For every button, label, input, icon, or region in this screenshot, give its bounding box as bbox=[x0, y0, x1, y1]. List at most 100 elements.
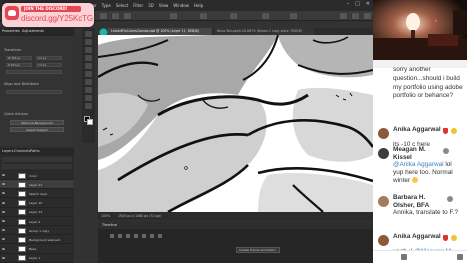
blend-mode-bar[interactable] bbox=[2, 164, 72, 169]
brush-preset-icon[interactable] bbox=[100, 13, 107, 19]
visibility-eye-icon[interactable] bbox=[2, 220, 5, 222]
maximize-button[interactable]: □ bbox=[355, 1, 360, 7]
x-field[interactable]: X 0 px bbox=[36, 56, 62, 60]
opacity-icon[interactable] bbox=[170, 13, 177, 19]
create-frame-animation-button[interactable]: Create Frame Animation bbox=[236, 247, 280, 253]
chat-author[interactable]: Anika Aggarwal bbox=[393, 126, 441, 134]
menu-item-filter[interactable]: Filter bbox=[133, 3, 143, 8]
menu-item-select[interactable]: Select bbox=[116, 3, 128, 8]
layer-row[interactable]: Layer 1 bbox=[0, 254, 74, 263]
search-icon[interactable] bbox=[340, 13, 347, 19]
layer-row[interactable]: Layer 11 bbox=[0, 180, 74, 190]
menu-item-help[interactable]: Help bbox=[194, 3, 203, 8]
minimize-button[interactable]: – bbox=[347, 1, 350, 7]
menu-item-type[interactable]: Type bbox=[102, 3, 111, 8]
settings-icon[interactable] bbox=[150, 234, 154, 238]
layer-name: Layer 2 bbox=[29, 219, 41, 224]
play-icon[interactable] bbox=[126, 234, 130, 238]
canvas[interactable] bbox=[98, 35, 373, 212]
smoothing-icon[interactable] bbox=[230, 13, 237, 19]
visibility-eye-icon[interactable] bbox=[2, 174, 5, 176]
layer-row[interactable]: Color bbox=[0, 171, 74, 180]
moderator-badge-icon bbox=[443, 235, 448, 241]
remove-background-button[interactable]: Remove Background bbox=[10, 120, 64, 125]
gear-icon[interactable] bbox=[262, 13, 269, 19]
avatar[interactable] bbox=[378, 148, 389, 159]
gradient-tool-icon[interactable] bbox=[85, 95, 92, 101]
layer-row[interactable]: Sketch layer bbox=[0, 189, 74, 199]
next-frame-icon[interactable] bbox=[134, 234, 138, 238]
share-icon[interactable] bbox=[364, 13, 371, 19]
chat-footer bbox=[373, 250, 467, 263]
visibility-eye-icon[interactable] bbox=[2, 247, 5, 250]
height-field[interactable]: H 450 px bbox=[6, 63, 32, 67]
marquee-tool-icon[interactable] bbox=[85, 39, 92, 45]
menu-item-view[interactable]: View bbox=[159, 3, 169, 8]
mention[interactable]: @Anika Aggarwal bbox=[393, 161, 444, 168]
visibility-eye-icon[interactable] bbox=[2, 192, 5, 195]
layer-row[interactable]: Layer 10 bbox=[0, 199, 74, 208]
tab-adjustments[interactable]: Adjustments bbox=[22, 29, 44, 33]
tab-channels[interactable]: Channels bbox=[14, 149, 30, 153]
layer-row[interactable]: Layer 12 bbox=[0, 208, 74, 217]
discord-banner[interactable]: JOIN THE DISCORD! discord.gg/Y25KcTG bbox=[2, 3, 94, 27]
emoji-icon[interactable] bbox=[401, 254, 407, 260]
tab-properties[interactable]: Properties bbox=[2, 29, 20, 33]
visibility-eye-icon[interactable] bbox=[2, 183, 5, 186]
layer-thumbnail bbox=[18, 172, 26, 179]
layer-filter-bar[interactable] bbox=[2, 157, 72, 162]
layer-row[interactable]: Group 1 copy bbox=[0, 226, 74, 236]
left-panels: Properties Adjustments Transform W 765 p… bbox=[0, 28, 74, 263]
brush-settings-icon[interactable] bbox=[112, 13, 119, 19]
avatar[interactable] bbox=[378, 196, 389, 207]
layer-row[interactable]: Base bbox=[0, 245, 74, 254]
visibility-eye-icon[interactable] bbox=[2, 210, 5, 213]
menu-item-window[interactable]: Window bbox=[173, 3, 189, 8]
workspace-icon[interactable] bbox=[352, 13, 359, 19]
send-icon[interactable] bbox=[457, 254, 463, 260]
crop-tool-icon[interactable] bbox=[85, 63, 92, 69]
first-frame-icon[interactable] bbox=[110, 234, 114, 238]
menu-item-3d[interactable]: 3D bbox=[148, 3, 154, 8]
audio-icon[interactable] bbox=[142, 234, 146, 238]
symmetry-icon[interactable] bbox=[290, 13, 297, 19]
layer-thumbnail bbox=[18, 255, 26, 262]
layer-row[interactable]: Layer 2 bbox=[0, 217, 74, 226]
properties-tabs: Properties Adjustments bbox=[0, 28, 74, 36]
move-tool-icon[interactable] bbox=[85, 31, 92, 37]
background-color-swatch[interactable] bbox=[87, 119, 93, 125]
lasso-tool-icon[interactable] bbox=[85, 47, 92, 53]
layer-name: Layer 10 bbox=[29, 201, 43, 206]
tab-active-document[interactable]: LineArtFixColorsCanvas.psb @ 100% (Layer… bbox=[108, 28, 212, 35]
tab-paths[interactable]: Paths bbox=[30, 149, 40, 153]
tab-second-document[interactable]: Novo-Ted-paint-16-NETX (Brown 1 copy sta… bbox=[214, 28, 314, 35]
close-button[interactable]: ✕ bbox=[366, 1, 370, 7]
cut-icon[interactable] bbox=[158, 234, 162, 238]
avatar[interactable] bbox=[378, 235, 389, 246]
brush-tool-icon[interactable] bbox=[85, 79, 92, 85]
visibility-eye-icon[interactable] bbox=[2, 256, 5, 259]
chat-author[interactable]: Barbara H. Olsher, BFA bbox=[393, 194, 445, 209]
visibility-eye-icon[interactable] bbox=[2, 229, 5, 232]
chat-author[interactable]: Meagan M. Kissel bbox=[393, 146, 441, 161]
mode-icon[interactable] bbox=[124, 13, 131, 19]
timeline-header: Timeline bbox=[98, 221, 373, 229]
type-tool-icon[interactable] bbox=[85, 103, 92, 109]
angle-field[interactable] bbox=[6, 70, 62, 74]
y-field[interactable]: Y 0 px bbox=[36, 63, 62, 67]
visibility-eye-icon[interactable] bbox=[2, 201, 5, 204]
select-subject-button[interactable]: Select Subject bbox=[10, 127, 64, 132]
visibility-eye-icon[interactable] bbox=[2, 238, 5, 241]
prev-frame-icon[interactable] bbox=[118, 234, 122, 238]
width-field[interactable]: W 765 px bbox=[6, 56, 32, 60]
chat-author[interactable]: Anika Aggarwal bbox=[393, 233, 441, 241]
eyedropper-tool-icon[interactable] bbox=[85, 71, 92, 77]
flow-icon[interactable] bbox=[200, 13, 207, 19]
tab-layers[interactable]: Layers bbox=[2, 149, 14, 153]
avatar[interactable] bbox=[378, 128, 389, 139]
align-buttons[interactable] bbox=[6, 90, 62, 94]
layer-row[interactable]: Background element bbox=[0, 235, 74, 245]
eraser-tool-icon[interactable] bbox=[85, 87, 92, 93]
quick-select-tool-icon[interactable] bbox=[85, 55, 92, 61]
zoom-level[interactable]: 100% bbox=[101, 214, 110, 218]
